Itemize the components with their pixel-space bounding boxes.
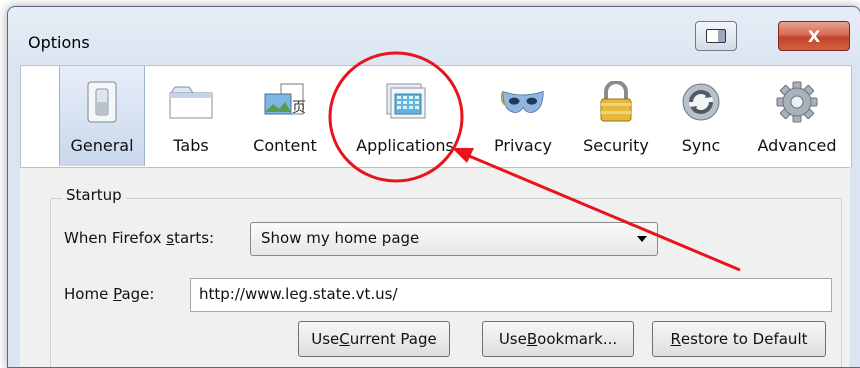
advanced-gear-icon [775, 80, 819, 124]
tab-label: Tabs [173, 136, 209, 155]
tab-label: General [70, 136, 134, 155]
tab-label: Applications [356, 136, 454, 155]
tab-label: Sync [681, 136, 721, 155]
home-page-label: Home Page: [64, 285, 155, 303]
tab-label: Privacy [494, 136, 552, 155]
when-firefox-starts-label: When Firefox starts: [64, 229, 215, 247]
home-page-input[interactable]: http://www.leg.state.vt.us/ [190, 278, 832, 312]
select-value: Show my home page [261, 229, 420, 247]
tab-general[interactable]: General [59, 66, 145, 166]
general-switch-icon [80, 80, 124, 124]
category-toolbar: General Tabs 页 Content Applications Priv… [20, 65, 852, 168]
when-firefox-starts-select[interactable]: Show my home page [250, 222, 658, 256]
tab-label: Security [583, 136, 649, 155]
svg-text:页: 页 [292, 100, 306, 116]
chevron-down-icon [637, 236, 647, 242]
applications-icon [383, 80, 427, 124]
sync-icon [679, 80, 723, 124]
tab-applications[interactable]: Applications [343, 66, 467, 166]
close-window-button[interactable]: X [778, 21, 850, 51]
tab-sync[interactable]: Sync [669, 66, 733, 166]
tab-security[interactable]: Security [574, 66, 658, 166]
general-panel: Startup When Firefox starts: Show my hom… [20, 167, 850, 367]
security-lock-icon [594, 80, 638, 124]
tab-tabs[interactable]: Tabs [156, 66, 226, 166]
restore-to-default-button[interactable]: Restore to Default [652, 321, 826, 357]
startup-group-label: Startup [62, 186, 126, 204]
options-window: Options X General Tabs 页 Content Applica… [7, 6, 860, 368]
restore-window-button[interactable] [695, 21, 737, 51]
window-title: Options [28, 33, 90, 52]
privacy-mask-icon [501, 80, 545, 124]
tab-label: Advanced [757, 136, 837, 155]
restore-icon [706, 29, 726, 43]
tab-privacy[interactable]: Privacy [481, 66, 565, 166]
use-current-page-button[interactable]: Use Current Page [298, 321, 450, 357]
home-page-value: http://www.leg.state.vt.us/ [199, 285, 398, 303]
content-icon: 页 [263, 80, 307, 124]
tab-label: Content [253, 136, 317, 155]
tab-content[interactable]: 页 Content [243, 66, 327, 166]
tab-advanced[interactable]: Advanced [751, 66, 843, 166]
tabs-icon [169, 80, 213, 124]
use-bookmark-button[interactable]: Use Bookmark... [482, 321, 634, 357]
